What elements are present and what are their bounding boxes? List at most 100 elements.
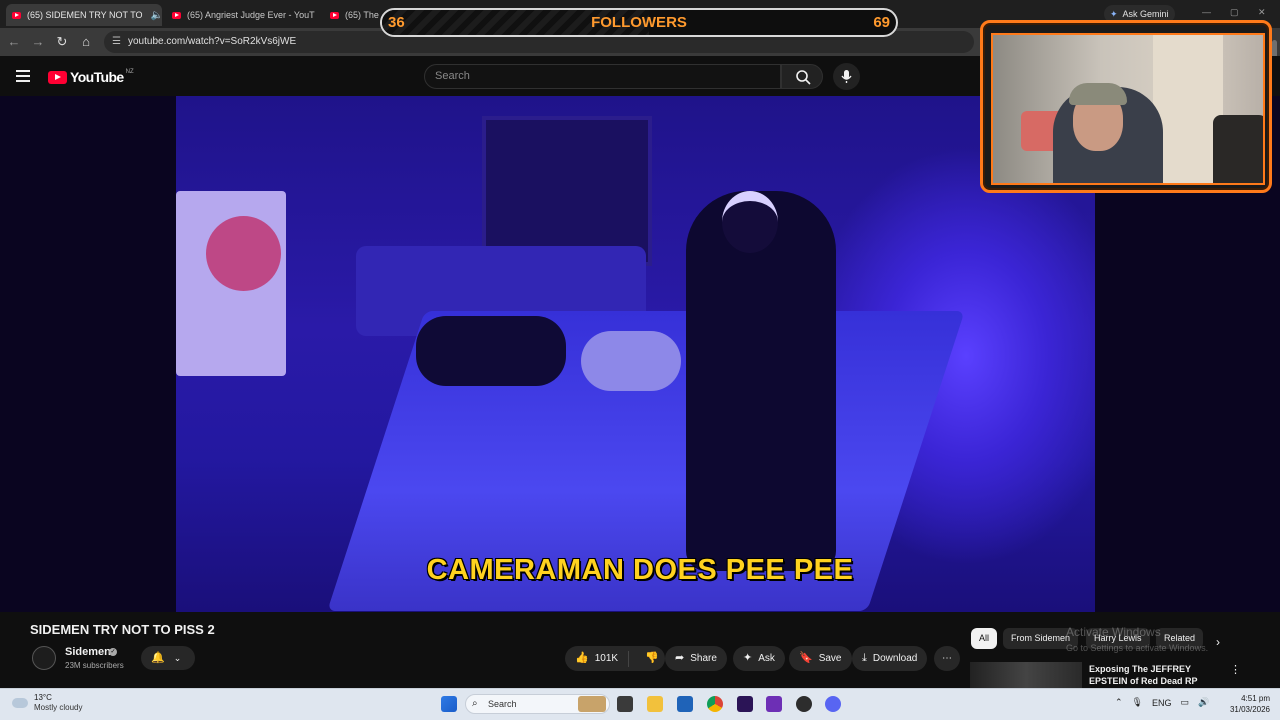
temperature: 13°C xyxy=(34,693,52,702)
reload-icon[interactable]: ↻ xyxy=(54,34,70,50)
home-icon[interactable]: ⌂ xyxy=(78,34,94,50)
visual-studio-icon[interactable] xyxy=(766,696,782,712)
obs-icon[interactable] xyxy=(796,696,812,712)
windows-taskbar xyxy=(0,688,1280,720)
close-window-icon[interactable]: ✕ xyxy=(1258,7,1266,18)
more-vertical-icon[interactable]: ⋮ xyxy=(1230,663,1241,676)
close-tab-icon[interactable]: ✕ xyxy=(315,10,318,21)
discord-icon[interactable] xyxy=(825,696,841,712)
pillow xyxy=(581,331,681,391)
thumbs-up-icon: 👍 xyxy=(575,652,589,664)
clock-date: 31/03/2026 xyxy=(1229,705,1270,714)
subscribed-bell-button[interactable]: 🔔 ⌄ xyxy=(141,646,195,670)
search-placeholder: Search xyxy=(435,70,470,82)
channel-avatar[interactable] xyxy=(32,646,56,670)
followers-label: FOLLOWERS xyxy=(591,14,687,31)
like-button[interactable]: 👍 101K xyxy=(565,650,630,667)
tab-title: (65) Angriest Judge Ever - YouT xyxy=(187,10,315,20)
country-code: NZ xyxy=(125,69,134,75)
related-video-title[interactable]: Exposing The JEFFREY EPSTEIN of Red Dead… xyxy=(1089,663,1209,687)
ask-gemini-label: Ask Gemini xyxy=(1122,9,1169,19)
tab-sidemen[interactable]: (65) SIDEMEN TRY NOT TO 🔈 ✕ xyxy=(6,4,162,26)
url-text: youtube.com/watch?v=SoR2kVs6jWE xyxy=(128,36,297,47)
download-icon: ⤓ xyxy=(862,652,867,664)
youtube-wordmark: YouTube xyxy=(70,69,124,85)
activate-windows-hint: Go to Settings to activate Windows. xyxy=(1066,643,1209,653)
taskbar-clock[interactable]: 4:51 pm 31/03/2026 xyxy=(1226,693,1270,715)
task-view-icon[interactable] xyxy=(617,696,633,712)
maximize-icon[interactable]: ▢ xyxy=(1230,7,1239,18)
more-actions-button[interactable]: ⋯ xyxy=(934,646,960,671)
webcam-chair xyxy=(1213,115,1263,183)
chrome-icon[interactable] xyxy=(707,696,723,712)
person-lying xyxy=(416,316,566,386)
forward-icon[interactable]: → xyxy=(30,34,46,50)
person-head xyxy=(722,191,778,253)
share-label: Share xyxy=(690,653,717,664)
tab-angriest-judge[interactable]: (65) Angriest Judge Ever - YouT ✕ xyxy=(166,4,318,26)
voice-search-button[interactable] xyxy=(833,63,860,90)
hamburger-menu-icon[interactable] xyxy=(16,70,30,82)
activate-windows-watermark: Activate Windows xyxy=(1066,625,1161,639)
microphone-icon xyxy=(841,70,852,83)
gift-bag xyxy=(176,191,286,376)
channel-name[interactable]: Sidemen xyxy=(65,646,111,658)
search-button[interactable] xyxy=(781,64,823,89)
verified-icon: ✓ xyxy=(109,648,117,656)
subscriber-count: 23M subscribers xyxy=(65,661,124,670)
dislike-button[interactable]: 👎 xyxy=(635,646,669,671)
webcam-overlay xyxy=(980,20,1272,193)
minimize-icon[interactable]: — xyxy=(1202,7,1211,17)
cloud-icon xyxy=(12,698,28,708)
tray-overflow-icon[interactable]: ⌃ xyxy=(1115,697,1123,708)
video-caption: CAMERAMAN DOES PEE PEE xyxy=(426,554,854,586)
volume-icon[interactable]: 🔊 xyxy=(1198,697,1209,708)
youtube-favicon-icon xyxy=(12,11,21,19)
download-label: Download xyxy=(872,653,918,664)
sparkle-icon: ✦ xyxy=(743,652,753,664)
more-horizontal-icon: ⋯ xyxy=(942,653,952,664)
language-indicator[interactable]: ENG xyxy=(1152,698,1172,708)
site-info-icon[interactable]: ☰ xyxy=(112,31,121,53)
network-icon[interactable]: ▭ xyxy=(1181,697,1190,708)
ask-label: Ask xyxy=(758,653,775,664)
youtube-play-icon xyxy=(48,70,67,84)
mute-icon[interactable]: 🔈 xyxy=(143,10,162,21)
webcam-feed xyxy=(991,33,1265,185)
microphone-icon[interactable]: 🎙 xyxy=(1132,697,1143,708)
store-icon[interactable] xyxy=(677,696,693,712)
weather-condition: Mostly cloudy xyxy=(34,703,83,712)
chip-all[interactable]: All xyxy=(971,628,998,649)
tab-title: (65) The xyxy=(345,10,379,20)
like-dislike-group: 👍 101K 👎 xyxy=(565,646,665,671)
save-button[interactable]: 🔖 Save xyxy=(789,646,852,671)
streamer-headset xyxy=(1069,83,1127,105)
bookmark-icon: 🔖 xyxy=(799,652,813,664)
chevron-right-icon[interactable]: › xyxy=(1216,635,1220,649)
like-count: 101K xyxy=(594,653,619,664)
share-button[interactable]: ➦ Share xyxy=(665,646,727,671)
wall-picture xyxy=(482,116,652,266)
search-input[interactable]: Search xyxy=(424,64,781,89)
followers-goal-bar: 36 FOLLOWERS 69 xyxy=(380,8,898,37)
weather-widget[interactable]: 13°C Mostly cloudy xyxy=(12,693,82,713)
youtube-favicon-icon xyxy=(172,11,181,19)
search-icon xyxy=(796,70,811,85)
taskbar-search-label: Search xyxy=(488,699,517,709)
thumbs-down-icon: 👎 xyxy=(645,652,659,664)
download-button[interactable]: ⤓ Download xyxy=(852,646,928,671)
related-video-thumbnail[interactable] xyxy=(970,662,1082,688)
search-highlight-icon xyxy=(578,696,606,712)
file-explorer-icon[interactable] xyxy=(647,696,663,712)
tab-third[interactable]: (65) The xyxy=(324,4,380,26)
back-icon[interactable]: ← xyxy=(6,34,22,50)
premiere-pro-icon[interactable] xyxy=(737,696,753,712)
followers-goal: 69 xyxy=(873,14,890,31)
save-label: Save xyxy=(818,653,842,664)
bell-icon: 🔔 xyxy=(151,652,165,664)
ask-button[interactable]: ✦ Ask xyxy=(733,646,785,671)
windows-start-icon[interactable] xyxy=(441,696,457,712)
video-title: SIDEMEN TRY NOT TO PISS 2 xyxy=(30,622,215,637)
youtube-logo[interactable]: YouTube NZ xyxy=(48,69,134,85)
search-icon: ⌕ xyxy=(472,698,478,709)
